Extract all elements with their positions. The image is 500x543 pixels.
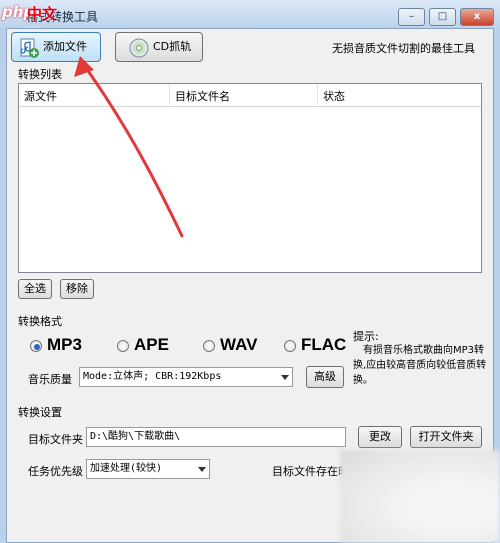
annotation-arrow-icon xyxy=(74,56,184,238)
